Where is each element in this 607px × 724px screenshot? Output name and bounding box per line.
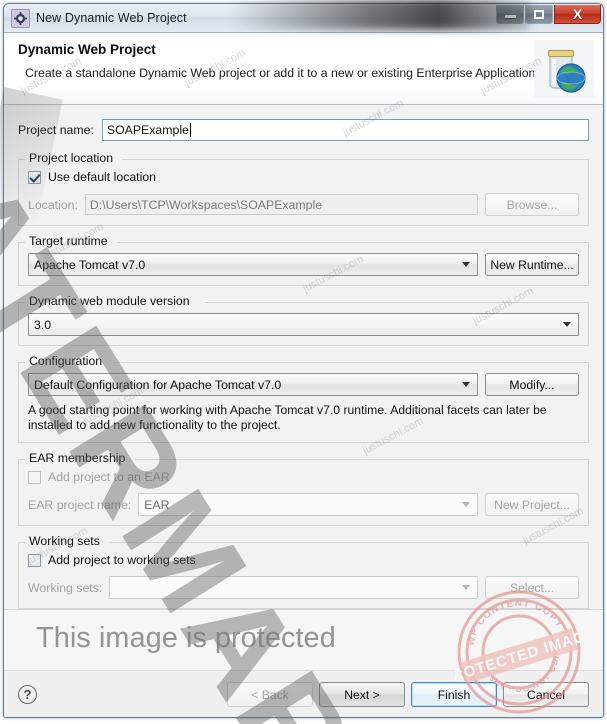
gear-icon [11, 8, 30, 28]
maximize-button[interactable] [525, 5, 553, 24]
location-label: Location: [28, 197, 78, 212]
module-version-legend: Dynamic web module version [25, 294, 194, 308]
working-sets-select [109, 576, 478, 599]
group-border [122, 159, 588, 160]
use-default-location-checkbox[interactable] [28, 170, 41, 184]
configuration-select[interactable]: Default Configuration for Apache Tomcat … [28, 373, 478, 396]
finish-button[interactable]: Finish [411, 682, 497, 707]
use-default-location-row[interactable]: Use default location [28, 170, 579, 184]
configuration-legend: Configuration [25, 354, 107, 368]
minimize-button[interactable] [496, 5, 524, 24]
project-location-legend: Project location [25, 151, 118, 165]
dialog-window: New Dynamic Web Project X Dynamic Web Pr… [3, 3, 604, 718]
ear-membership-legend: EAR membership [25, 451, 130, 465]
chevron-down-icon [462, 585, 470, 590]
window-title: New Dynamic Web Project [36, 11, 187, 25]
target-runtime-value: Apache Tomcat v7.0 [34, 257, 146, 272]
ear-project-name-value: EAR [144, 497, 170, 512]
group-border [135, 459, 588, 460]
add-to-ear-row[interactable]: Add project to an EAR [28, 470, 579, 484]
new-project-button: New Project... [485, 493, 579, 516]
maximize-icon [534, 9, 544, 19]
nav-buttons: < Back Next > Finish Cancel [227, 682, 589, 707]
back-button: < Back [227, 682, 313, 707]
text-caret [189, 123, 191, 137]
group-border [205, 302, 588, 303]
chevron-down-icon [563, 322, 571, 327]
wizard-header: Dynamic Web Project Create a standalone … [4, 33, 603, 105]
ear-project-name-row: EAR project name: EAR New Project... [28, 493, 579, 516]
project-name-row: Project name: SOAPExample [18, 105, 589, 147]
project-name-input[interactable]: SOAPExample [101, 119, 589, 141]
close-button[interactable]: X [554, 5, 601, 24]
module-version-value: 3.0 [34, 317, 52, 332]
jar-globe-icon [534, 40, 594, 98]
location-row: Location: D:\Users\TCP\Workspaces\SOAPEx… [28, 193, 579, 216]
module-version-select[interactable]: 3.0 [28, 313, 579, 336]
wizard-content: Project name: SOAPExample Project locati… [4, 105, 603, 609]
next-button[interactable]: Next > [319, 682, 405, 707]
configuration-description-line1: A good starting point for working with A… [28, 403, 547, 417]
help-icon[interactable]: ? [18, 685, 37, 704]
target-runtime-select[interactable]: Apache Tomcat v7.0 [28, 253, 478, 276]
button-bar: ? < Back Next > Finish Cancel [4, 670, 603, 717]
cancel-button[interactable]: Cancel [503, 682, 589, 707]
working-sets-select-row: Working sets: Select... [28, 576, 579, 599]
working-sets-body: Add project to working sets Working sets… [28, 542, 579, 599]
working-sets-group: Working sets Add project to working sets… [18, 534, 589, 609]
minimize-icon [504, 15, 516, 18]
configuration-description: A good starting point for working with A… [28, 396, 579, 433]
project-location-body: Use default location Location: D:\Users\… [28, 159, 579, 216]
chevron-down-icon [462, 382, 470, 387]
close-icon: X [572, 6, 583, 22]
browse-button: Browse... [485, 193, 579, 216]
page-subtitle: Create a standalone Dynamic Web project … [25, 66, 539, 80]
group-border [110, 542, 588, 543]
configuration-group: Configuration Default Configuration for … [18, 354, 589, 443]
configuration-value: Default Configuration for Apache Tomcat … [34, 377, 282, 392]
add-to-ear-checkbox [28, 470, 41, 484]
configuration-description-line2: installed to add new functionality to th… [28, 418, 281, 432]
group-border [115, 362, 588, 363]
module-version-group: Dynamic web module version 3.0 [18, 294, 589, 346]
project-name-label: Project name: [18, 123, 94, 137]
chevron-down-icon [462, 502, 470, 507]
working-sets-label: Working sets: [28, 580, 103, 595]
working-sets-legend: Working sets [25, 534, 104, 548]
select-working-sets-button: Select... [485, 576, 579, 599]
ear-project-name-select: EAR [138, 493, 478, 516]
use-default-location-label: Use default location [48, 170, 157, 184]
title-bar: New Dynamic Web Project X [4, 4, 603, 33]
page-title: Dynamic Web Project [18, 42, 156, 57]
new-runtime-button[interactable]: New Runtime... [485, 253, 579, 276]
configuration-body: Default Configuration for Apache Tomcat … [28, 362, 579, 433]
window-controls: X [496, 5, 601, 24]
modify-button[interactable]: Modify... [485, 373, 579, 396]
add-to-ear-label: Add project to an EAR [48, 470, 170, 484]
location-value: D:\Users\TCP\Workspaces\SOAPExample [89, 197, 323, 212]
group-border [117, 242, 588, 243]
ear-membership-group: EAR membership Add project to an EAR EAR… [18, 451, 589, 526]
target-runtime-group: Target runtime Apache Tomcat v7.0 New Ru… [18, 234, 589, 286]
target-runtime-legend: Target runtime [25, 234, 112, 248]
add-to-working-sets-label: Add project to working sets [48, 553, 196, 567]
location-input: D:\Users\TCP\Workspaces\SOAPExample [84, 194, 478, 215]
add-to-working-sets-row[interactable]: Add project to working sets [28, 553, 579, 567]
project-name-value: SOAPExample [106, 123, 189, 137]
screenshot-root: New Dynamic Web Project X Dynamic Web Pr… [0, 0, 607, 724]
chevron-down-icon [462, 262, 470, 267]
dialog-footer: ? < Back Next > Finish Cancel [4, 609, 603, 717]
project-location-group: Project location Use default location Lo… [18, 151, 589, 226]
configuration-select-row: Default Configuration for Apache Tomcat … [28, 373, 579, 396]
add-to-working-sets-checkbox[interactable] [28, 553, 41, 567]
ear-membership-body: Add project to an EAR EAR project name: … [28, 459, 579, 516]
ear-project-name-label: EAR project name: [28, 497, 132, 512]
